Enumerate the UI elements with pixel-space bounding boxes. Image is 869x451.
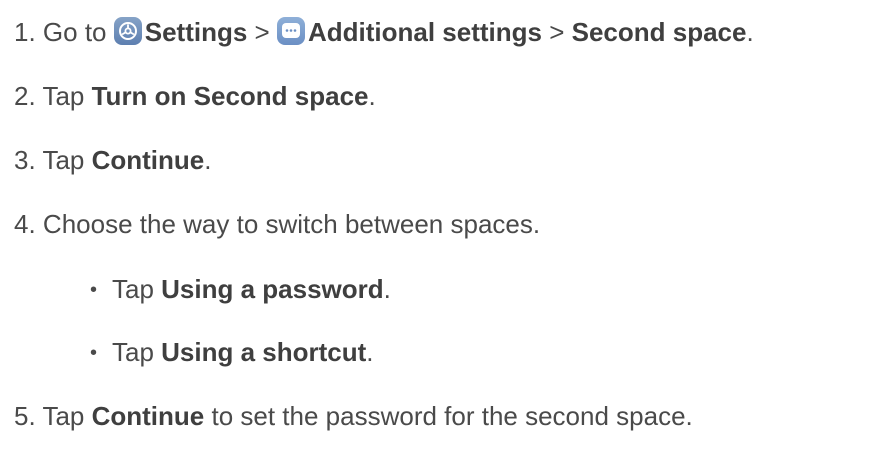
step-4: 4. Choose the way to switch between spac… xyxy=(14,206,540,242)
step-number: 2. xyxy=(14,81,36,111)
step-suffix: . xyxy=(204,145,212,175)
step-suffix: . xyxy=(368,81,376,111)
step-text: Tap xyxy=(42,145,92,175)
using-a-shortcut-label: Using a shortcut xyxy=(161,337,367,367)
step-5: 5. Tap Continue to set the password for … xyxy=(14,398,693,434)
step-number: 5. xyxy=(14,401,36,431)
step-text: Tap xyxy=(42,401,92,431)
step-text: Tap xyxy=(112,337,162,367)
separator: > xyxy=(541,17,572,47)
bullet: • xyxy=(90,279,98,301)
continue-label: Continue xyxy=(91,145,205,175)
bullet: • xyxy=(90,342,98,364)
step-number: 4. xyxy=(14,209,36,239)
step-1: 1. Go to Settings > Additional settings … xyxy=(14,14,754,50)
step-text: Tap xyxy=(42,81,92,111)
additional-settings-icon xyxy=(276,17,305,45)
step-suffix: to set the password for the second space… xyxy=(204,401,693,431)
step-text: Go to xyxy=(42,17,114,47)
step-suffix: . xyxy=(383,274,391,304)
step-suffix: . xyxy=(366,337,374,367)
settings-icon xyxy=(113,17,142,45)
step-suffix: . xyxy=(746,17,754,47)
sub-step-shortcut: • Tap Using a shortcut. xyxy=(90,334,374,370)
continue-label: Continue xyxy=(91,401,205,431)
step-text: Tap xyxy=(112,274,162,304)
step-number: 1. xyxy=(14,17,36,47)
turn-on-second-space-label: Turn on Second space xyxy=(91,81,369,111)
settings-label: Settings xyxy=(144,17,248,47)
step-3: 3. Tap Continue. xyxy=(14,142,212,178)
step-text: Choose the way to switch between spaces. xyxy=(42,209,541,239)
step-2: 2. Tap Turn on Second space. xyxy=(14,78,376,114)
additional-settings-label: Additional settings xyxy=(307,17,542,47)
sub-step-password: • Tap Using a password. xyxy=(90,271,391,307)
second-space-label: Second space xyxy=(571,17,747,47)
step-number: 3. xyxy=(14,145,36,175)
separator: > xyxy=(247,17,277,47)
using-a-password-label: Using a password xyxy=(161,274,384,304)
